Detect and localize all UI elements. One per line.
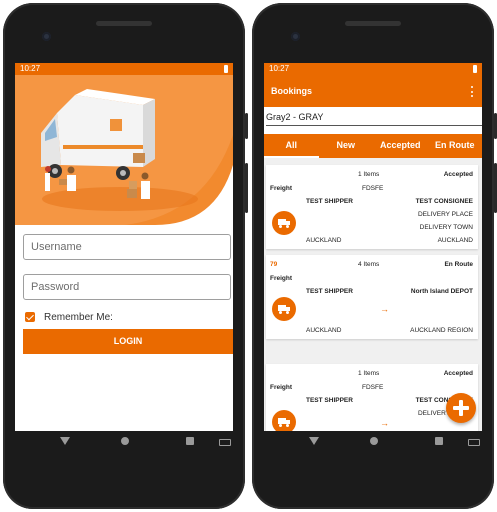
booking-status: En Route: [444, 261, 473, 268]
keyboard-icon[interactable]: [468, 439, 480, 446]
booking-consignee: TEST CONSIGNEE: [415, 198, 473, 205]
app-bar: Bookings: [264, 75, 482, 107]
delivery-hero-illustration: [15, 75, 233, 225]
battery-icon: [473, 65, 477, 73]
earpiece-speaker: [345, 21, 401, 26]
booking-items: 4 Items: [358, 261, 380, 268]
android-nav-bar: [264, 431, 482, 453]
add-booking-button[interactable]: [446, 393, 476, 423]
booking-destination: AUCKLAND REGION: [410, 327, 473, 334]
tab-en-route[interactable]: En Route: [428, 134, 483, 158]
booking-type: Freight: [270, 185, 293, 192]
booking-code: FDSFE: [362, 384, 384, 391]
login-screen: 10:27 Username Remember Me: LOGIN: [15, 63, 233, 431]
booking-consignee: North Island DEPOT: [410, 288, 473, 295]
booking-card[interactable]: 1 Items Accepted Freight FDSFE TEST SHIP…: [266, 165, 478, 249]
plus-icon-vertical: [459, 400, 463, 416]
tab-accepted[interactable]: Accepted: [373, 134, 428, 158]
status-bar: 10:27: [264, 63, 482, 75]
phone-frame-login: 10:27 Username Remember Me: LOGIN: [3, 3, 248, 509]
more-vert-icon[interactable]: [471, 86, 473, 97]
booking-ref: 79: [270, 261, 278, 268]
booking-items: 1 Items: [358, 171, 380, 178]
booking-destination: AUCKLAND: [437, 237, 473, 244]
arrow-right-icon: →: [380, 304, 389, 314]
truck-icon: [272, 410, 296, 431]
recent-apps-icon[interactable]: [435, 437, 443, 445]
booking-origin: AUCKLAND: [306, 327, 342, 334]
booking-shipper: TEST SHIPPER: [306, 288, 353, 295]
remember-me-checkbox[interactable]: [25, 312, 35, 322]
remember-me-label: Remember Me:: [44, 311, 113, 323]
status-time: 10:27: [20, 64, 41, 73]
tab-all[interactable]: All: [264, 134, 319, 158]
booking-list: 1 Items Accepted Freight FDSFE TEST SHIP…: [264, 158, 482, 431]
battery-icon: [224, 65, 228, 73]
booking-card[interactable]: 79 4 Items En Route Freight TEST SHIPPER…: [266, 255, 478, 339]
earpiece-speaker: [96, 21, 152, 26]
phone-frame-bookings: 10:27 Bookings Gray2 - GRAY All New Acce…: [252, 3, 497, 509]
power-button: [245, 113, 248, 139]
account-selector[interactable]: Gray2 - GRAY: [266, 111, 482, 126]
username-input[interactable]: [23, 234, 231, 260]
arrow-right-icon: →: [380, 418, 389, 428]
booking-status: Accepted: [443, 171, 473, 178]
remember-me-row[interactable]: Remember Me:: [25, 311, 113, 323]
front-camera: [42, 32, 51, 41]
back-icon[interactable]: [60, 437, 70, 445]
booking-origin: AUCKLAND: [306, 237, 342, 244]
booking-type: Freight: [270, 275, 293, 282]
password-input[interactable]: [23, 274, 231, 300]
tab-new[interactable]: New: [319, 134, 374, 158]
booking-shipper: TEST SHIPPER: [306, 397, 353, 404]
truck-icon: [272, 211, 296, 235]
booking-delivery-place: DELIVERY PLACE: [417, 211, 473, 218]
booking-items: 1 Items: [358, 370, 380, 377]
booking-delivery-town: DELIVERY TOWN: [419, 224, 473, 231]
booking-code: FDSFE: [362, 185, 384, 192]
status-bar: 10:27: [15, 63, 233, 75]
booking-card[interactable]: 1 Items Accepted Freight FDSFE TEST SHIP…: [266, 364, 478, 431]
bookings-screen: 10:27 Bookings Gray2 - GRAY All New Acce…: [264, 63, 482, 431]
booking-shipper: TEST SHIPPER: [306, 198, 353, 205]
status-time: 10:27: [269, 64, 290, 73]
front-camera: [291, 32, 300, 41]
check-icon: [26, 312, 34, 320]
status-tabs: All New Accepted En Route: [264, 134, 482, 158]
home-icon[interactable]: [121, 437, 129, 445]
keyboard-icon[interactable]: [219, 439, 231, 446]
booking-type: Freight: [270, 384, 293, 391]
login-button[interactable]: LOGIN: [23, 329, 233, 354]
volume-button: [245, 163, 248, 213]
home-icon[interactable]: [370, 437, 378, 445]
page-title: Bookings: [271, 86, 313, 96]
truck-icon: [272, 297, 296, 321]
recent-apps-icon[interactable]: [186, 437, 194, 445]
booking-status: Accepted: [443, 370, 473, 377]
back-icon[interactable]: [309, 437, 319, 445]
android-nav-bar: [15, 431, 233, 453]
